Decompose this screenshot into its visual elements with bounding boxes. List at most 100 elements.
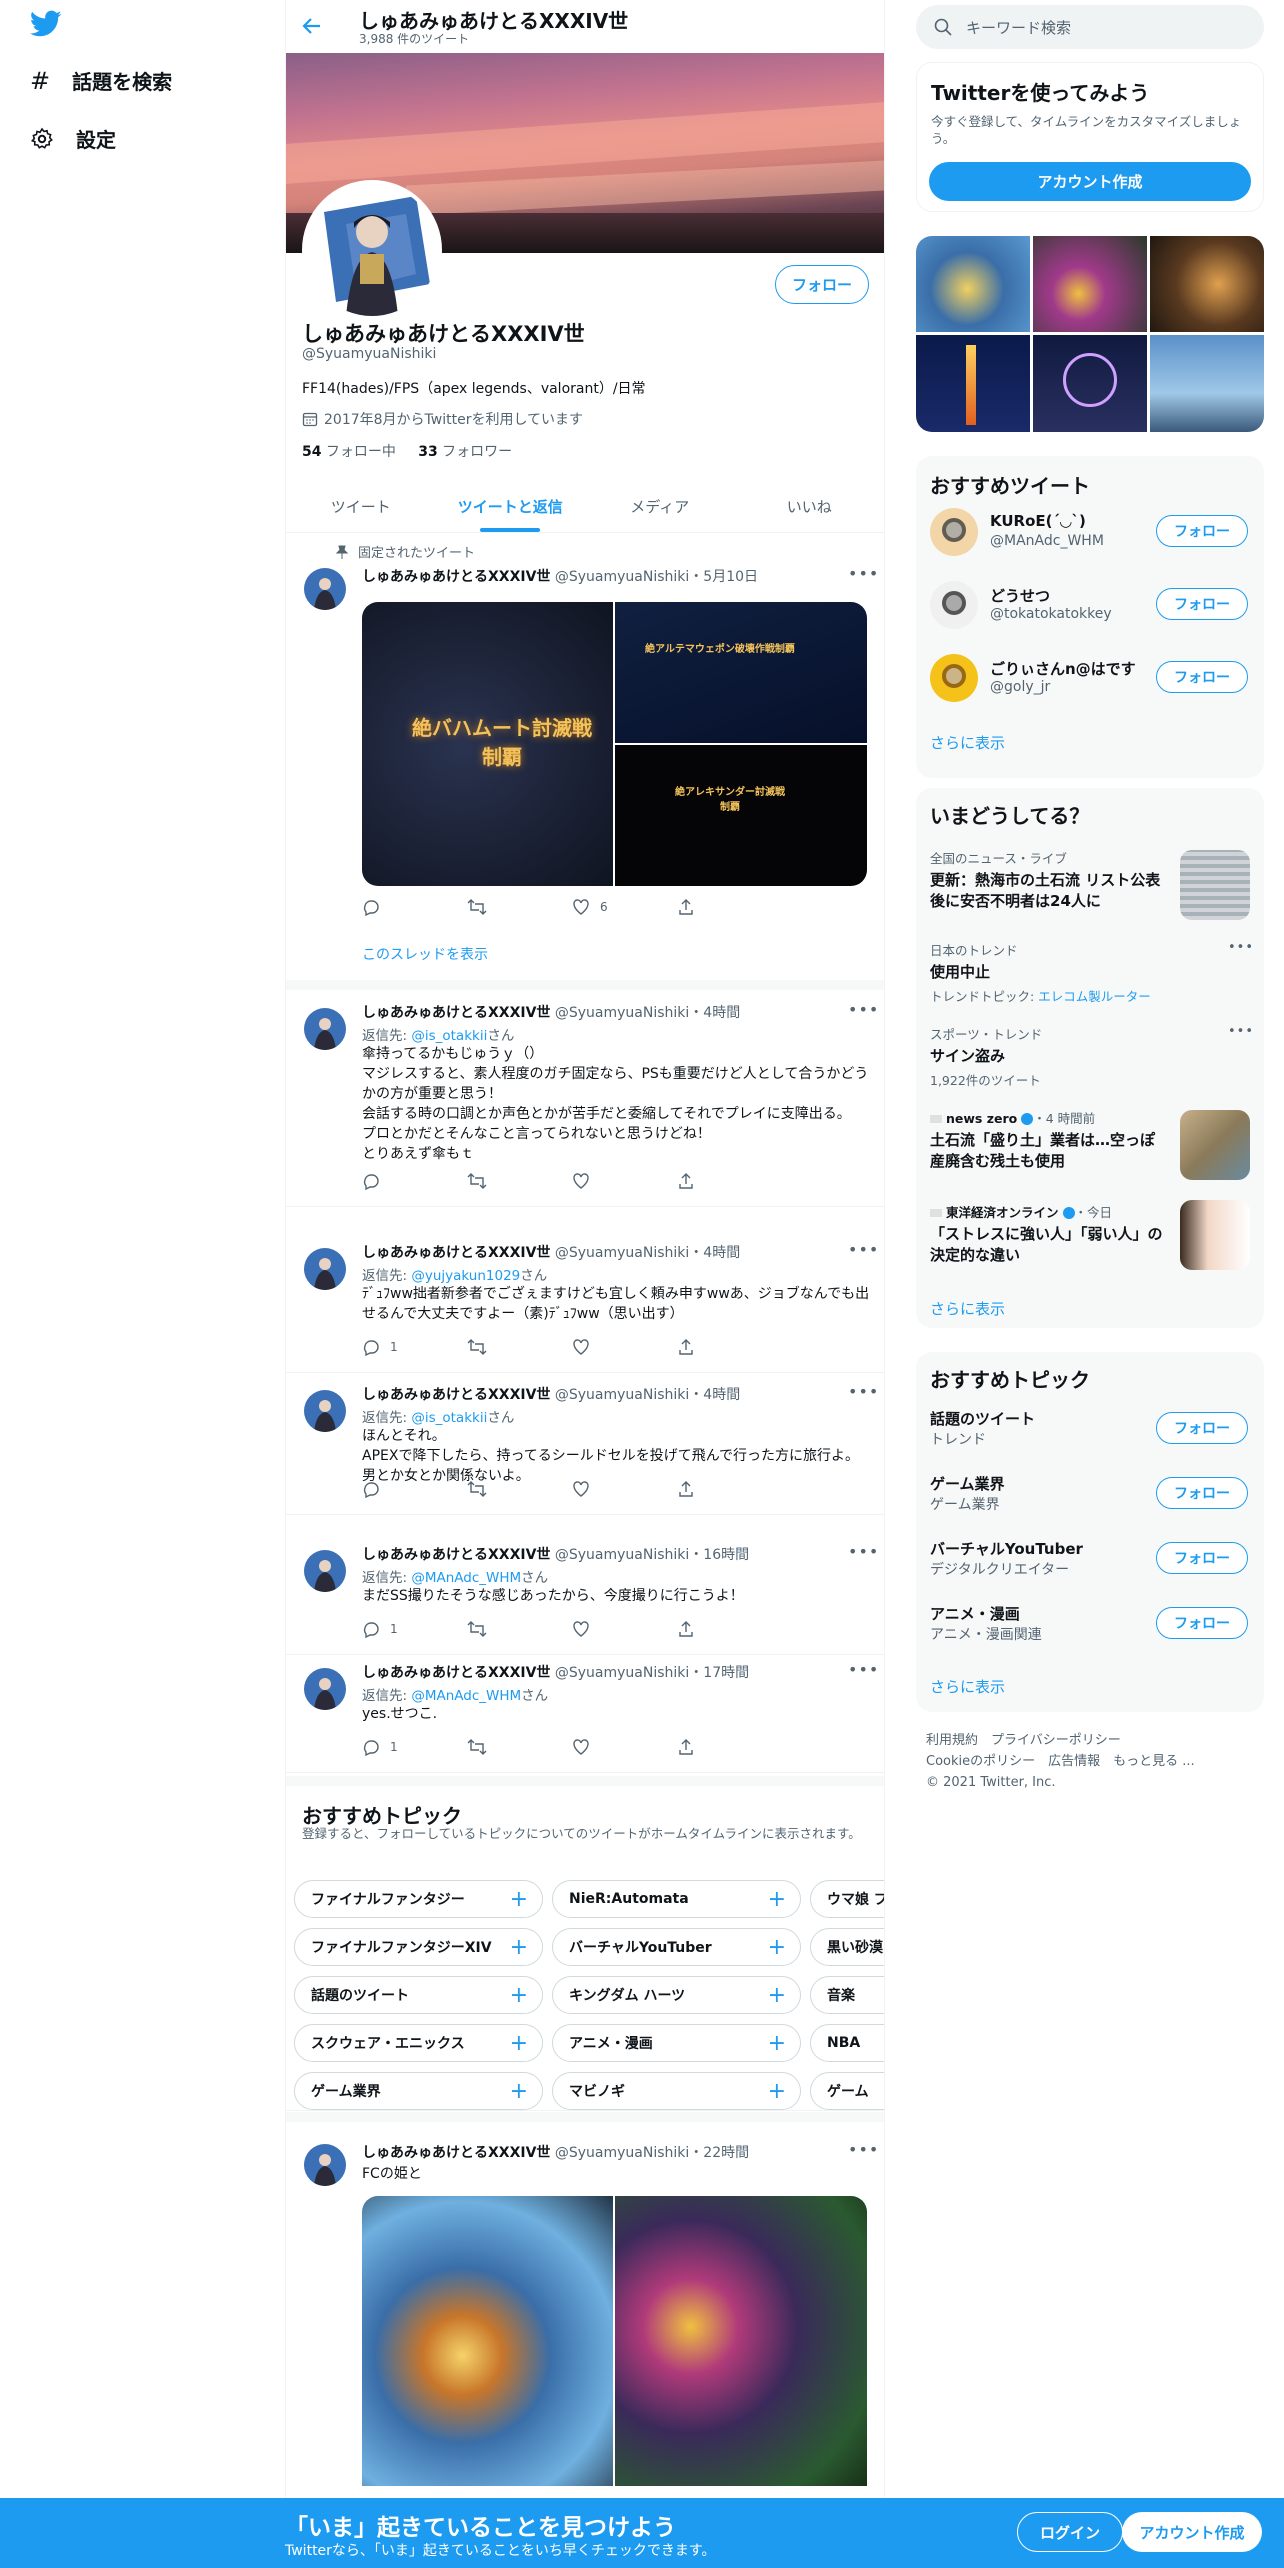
topic-chip[interactable]: 音楽+ (810, 1976, 884, 2014)
tweet-avatar[interactable] (304, 1668, 346, 1710)
footer-line-2[interactable]: Cookieのポリシー 広告情報 もっと見る ... (926, 1751, 1195, 1772)
topic-follow-button[interactable]: フォロー (1156, 1607, 1248, 1639)
topic-follow-button[interactable]: フォロー (1156, 1542, 1248, 1574)
more-icon[interactable]: ••• (848, 1240, 879, 1259)
gallery-image[interactable] (1033, 335, 1147, 432)
footer-line-1[interactable]: 利用規約 プライバシーポリシー (926, 1730, 1195, 1751)
topic-chip[interactable]: ゲーム業界 + (294, 2072, 543, 2110)
media-image-3[interactable]: 絶アレキサンダー討滅戦 制覇 (615, 745, 867, 886)
retweet-button[interactable] (467, 898, 572, 916)
tweet-avatar[interactable] (304, 1248, 346, 1290)
tweet-avatar[interactable] (304, 1390, 346, 1432)
plus-icon[interactable]: + (510, 1935, 528, 1960)
plus-icon[interactable]: + (768, 2079, 786, 2104)
following-link[interactable]: 54 フォロー中 (302, 444, 396, 460)
more-icon[interactable]: ••• (848, 2140, 879, 2159)
tweet-avatar[interactable] (304, 568, 346, 610)
plus-icon[interactable]: + (510, 1983, 528, 2008)
profile-avatar[interactable] (302, 180, 442, 320)
back-arrow-icon[interactable] (300, 14, 324, 38)
topic-chip[interactable]: ファイナルファンタジー + (294, 1880, 543, 1918)
share-button[interactable] (677, 1172, 782, 1190)
topic-name[interactable]: バーチャルYouTuber (930, 1538, 1083, 1559)
followers-link[interactable]: 33 フォロワー (418, 444, 512, 460)
gallery-image[interactable] (916, 236, 1030, 332)
more-icon[interactable]: ••• (848, 564, 879, 583)
share-button[interactable] (677, 898, 782, 916)
plus-icon[interactable]: + (768, 1983, 786, 2008)
tweet-author[interactable]: しゅあみゅあけとるXXXIV世 (362, 1547, 550, 1563)
plus-icon[interactable]: + (510, 1887, 528, 1912)
media-image-1[interactable]: 絶バハムート討滅戦 制覇 (362, 602, 613, 886)
more-icon[interactable]: ••• (1228, 940, 1254, 955)
plus-icon[interactable]: + (768, 2031, 786, 2056)
retweet-button[interactable] (467, 1338, 572, 1356)
topics-more-link[interactable]: さらに表示 (930, 1676, 1005, 1697)
tweet-avatar[interactable] (304, 1550, 346, 1592)
follow-button[interactable]: フォロー (1156, 515, 1248, 547)
reply-button[interactable]: 1 (362, 1738, 467, 1756)
like-button[interactable] (572, 1620, 677, 1638)
topic-chip[interactable]: スクウェア・エニックス + (294, 2024, 543, 2062)
trend-item[interactable]: 東洋経済オンライン ・今日 「ストレスに強い人」「弱い人」の決定的な違い (930, 1202, 1170, 1266)
more-icon[interactable]: ••• (848, 1382, 879, 1401)
topic-follow-button[interactable]: フォロー (1156, 1477, 1248, 1509)
retweet-button[interactable] (467, 1172, 572, 1190)
trend-item[interactable]: 全国のニュース・ライブ 更新：熱海市の土石流 リスト公表後に安否不明者は24人に (930, 848, 1170, 912)
nav-settings[interactable]: 設定 (30, 124, 116, 153)
tweet-avatar[interactable] (304, 2144, 346, 2186)
like-button[interactable] (572, 1480, 677, 1498)
trend-thumbnail[interactable] (1180, 1200, 1250, 1270)
tweet-media-grid[interactable]: 絶バハムート討滅戦 制覇 絶アルテマウェポン破壊作戦制覇 絶アレキサンダー討滅戦… (362, 602, 867, 886)
more-icon[interactable]: ••• (1228, 1024, 1254, 1039)
reply-mention[interactable]: @is_otakkii (411, 1410, 487, 1426)
user-name[interactable]: ごりぃさんn@はです (990, 658, 1136, 679)
trend-thumbnail[interactable] (1180, 1110, 1250, 1180)
topic-chip[interactable]: 黒い砂漠+ (810, 1928, 884, 1966)
plus-icon[interactable]: + (510, 2079, 528, 2104)
share-button[interactable] (677, 1338, 782, 1356)
topic-chip[interactable]: バーチャルYouTuber + (552, 1928, 801, 1966)
reply-mention[interactable]: @yujyakun1029 (411, 1268, 520, 1284)
topic-chip[interactable]: ウマ娘 プリティ+ (810, 1880, 884, 1918)
login-button[interactable]: ログイン (1017, 2512, 1123, 2552)
trends-more-link[interactable]: さらに表示 (930, 1298, 1005, 1319)
topic-chip[interactable]: キングダム ハーツ + (552, 1976, 801, 2014)
tweet-author[interactable]: しゅあみゅあけとるXXXIV世 (362, 1005, 550, 1021)
tweet-author[interactable]: しゅあみゅあけとるXXXIV世 (362, 2145, 550, 2161)
plus-icon[interactable]: + (510, 2031, 528, 2056)
follow-button[interactable]: フォロー (1156, 588, 1248, 620)
plus-icon[interactable]: + (768, 1935, 786, 1960)
gallery-image[interactable] (1150, 236, 1264, 332)
tab-likes[interactable]: いいね (735, 480, 885, 532)
like-button[interactable] (572, 1738, 677, 1756)
retweet-button[interactable] (467, 1738, 572, 1756)
topic-chip[interactable]: ファイナルファンタジーXIV + (294, 1928, 543, 1966)
gallery-image[interactable] (916, 335, 1030, 432)
reply-mention[interactable]: @MAnAdc_WHM (411, 1688, 521, 1704)
topic-name[interactable]: ゲーム業界 (930, 1473, 1005, 1494)
tweet-media-grid[interactable] (362, 2196, 867, 2486)
tweet-avatar[interactable] (304, 1008, 346, 1050)
nav-explore[interactable]: # 話題を検索 (30, 66, 172, 95)
share-button[interactable] (677, 1480, 782, 1498)
reply-button[interactable]: 1 (362, 1620, 467, 1638)
user-name[interactable]: どうせつ (990, 585, 1050, 606)
media-gallery[interactable] (916, 236, 1264, 432)
reply-button[interactable] (362, 1480, 467, 1498)
topic-chip[interactable]: ゲーム+ (810, 2072, 884, 2110)
follow-button[interactable]: フォロー (1156, 661, 1248, 693)
tweet-author[interactable]: しゅあみゅあけとるXXXIV世 (362, 1665, 550, 1681)
like-button[interactable] (572, 1172, 677, 1190)
tweet-author[interactable]: しゅあみゅあけとるXXXIV世 (362, 1387, 550, 1403)
reply-button[interactable]: 1 (362, 1338, 467, 1356)
signup-button[interactable]: アカウント作成 (1122, 2512, 1262, 2552)
topic-chip[interactable]: NieR:Automata + (552, 1880, 801, 1918)
retweet-button[interactable] (467, 1620, 572, 1638)
trend-sub-link[interactable]: エレコム製ルーター (1038, 989, 1151, 1004)
tab-media[interactable]: メディア (585, 480, 735, 532)
topic-chip[interactable]: マビノギ + (552, 2072, 801, 2110)
like-button[interactable]: 6 (572, 898, 677, 916)
reply-mention[interactable]: @MAnAdc_WHM (411, 1570, 521, 1586)
topic-chip[interactable]: NBA+ (810, 2024, 884, 2062)
